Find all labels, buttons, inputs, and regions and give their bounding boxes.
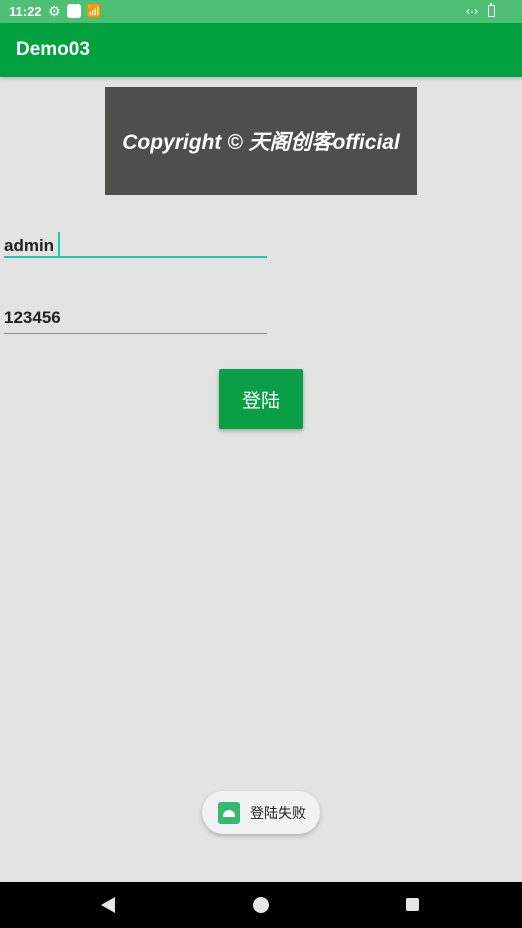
android-app-icon <box>218 801 240 824</box>
copyright-banner: Copyright © 天阁创客official <box>105 87 417 195</box>
code-icon: ‹·› <box>466 4 478 18</box>
app-title: Demo03 <box>16 39 90 60</box>
text-caret <box>58 232 61 256</box>
username-value: admin <box>4 236 55 255</box>
username-field[interactable]: admin <box>4 228 267 258</box>
password-value: 123456 <box>4 308 61 327</box>
recents-icon[interactable] <box>406 898 419 911</box>
status-bar: 11:22 ⚙ 📶 ‹·› <box>0 0 522 23</box>
app-bar: Demo03 <box>0 23 522 77</box>
navigation-bar <box>0 882 522 928</box>
copyright-text: Copyright © 天阁创客official <box>122 131 400 154</box>
signal-icon: 📶 <box>86 4 102 18</box>
battery-icon <box>488 3 495 17</box>
toast-message: 登陆失败 <box>250 804 306 821</box>
notification-square-icon <box>66 4 81 18</box>
status-time: 11:22 <box>9 4 42 19</box>
settings-icon: ⚙ <box>48 3 61 19</box>
toast: 登陆失败 <box>202 791 320 834</box>
password-field[interactable]: 123456 <box>4 304 267 334</box>
status-icons-left: ⚙ 📶 <box>48 4 102 18</box>
login-button[interactable]: 登陆 <box>219 369 303 429</box>
home-icon[interactable] <box>253 897 269 913</box>
status-icons-right: ‹·› <box>466 3 495 18</box>
back-icon[interactable] <box>101 897 115 913</box>
